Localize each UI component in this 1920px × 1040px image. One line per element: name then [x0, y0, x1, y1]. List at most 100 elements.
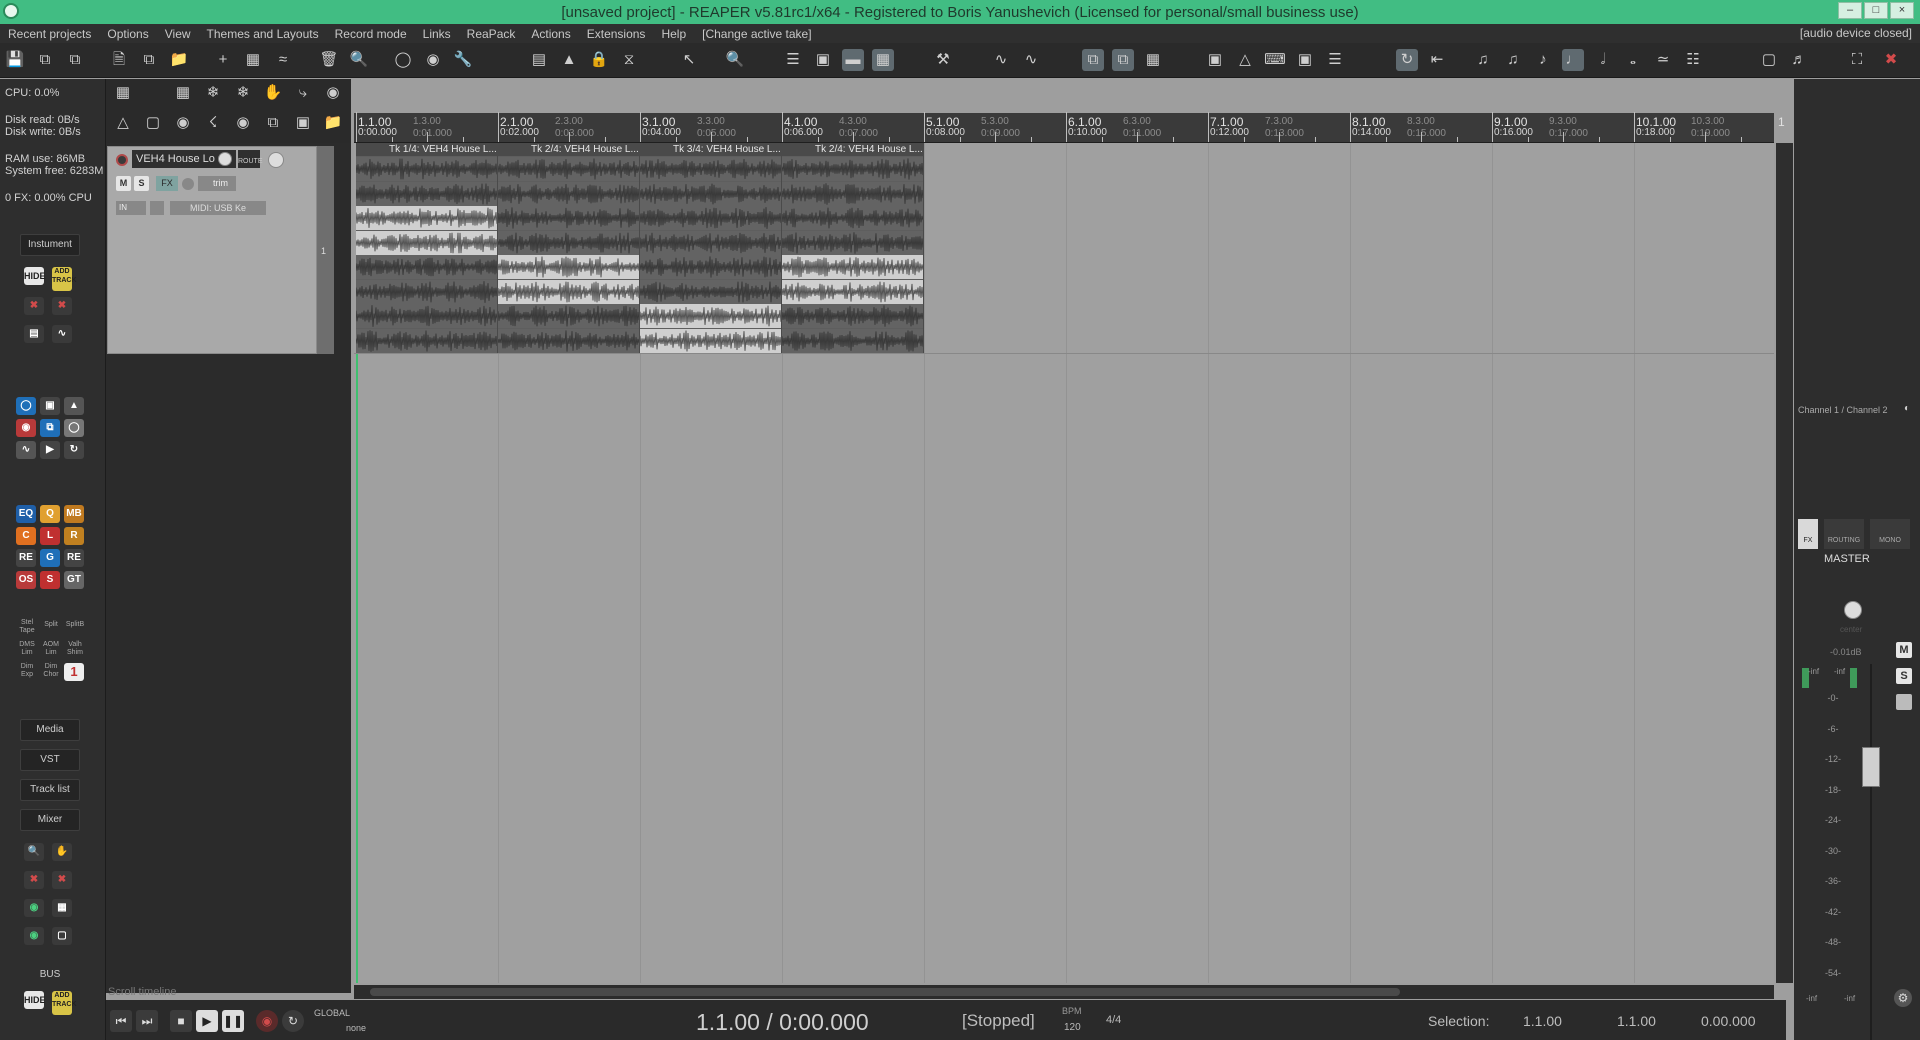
take-lane[interactable]: [356, 181, 497, 206]
selection-end[interactable]: 1.1.00: [1617, 1013, 1656, 1029]
master-fader-handle[interactable]: [1862, 747, 1880, 787]
fullscreen-icon[interactable]: ▢: [1758, 49, 1780, 71]
arrange-view[interactable]: Tk 1/4: VEH4 House L... Tk 2/4: VEH4 Hous…: [354, 143, 1774, 983]
ruler-bar-label[interactable]: 6.1.00 0:10.000: [1068, 115, 1107, 138]
q-plugin-icon[interactable]: Q: [40, 505, 60, 523]
lock-move-icon[interactable]: 🔒: [588, 49, 610, 71]
master-mono-button[interactable]: MONO: [1870, 519, 1910, 549]
take-lane[interactable]: [356, 304, 497, 328]
instrument-button[interactable]: Instument: [20, 234, 80, 256]
mixer-settings-gear-icon[interactable]: ⚙: [1894, 989, 1912, 1007]
time-signature[interactable]: 4/4: [1106, 1014, 1121, 1026]
phase-icon[interactable]: [182, 178, 194, 190]
menu-record-mode[interactable]: Record mode: [327, 27, 415, 41]
take-lane[interactable]: [640, 304, 781, 328]
stel-tape-label[interactable]: Stel Tape: [15, 619, 39, 635]
take-lane[interactable]: [356, 255, 497, 279]
zoom-tool-icon[interactable]: 🔍: [24, 843, 44, 861]
record-arm-icon[interactable]: ◉: [422, 49, 444, 71]
take-lane[interactable]: [782, 157, 923, 181]
ruler-bar-label[interactable]: 4.1.00 0:06.000: [784, 115, 823, 138]
plugin-a-icon[interactable]: ◯: [16, 397, 36, 415]
track-panel[interactable]: VEH4 House Lo ROUTE M S FX trim IN MIDI:…: [107, 146, 317, 354]
mute-button[interactable]: M: [116, 176, 131, 191]
pointer-icon[interactable]: ↖: [678, 49, 700, 71]
route-button[interactable]: ROUTE: [238, 150, 263, 168]
note-16th-icon[interactable]: ♫: [1502, 49, 1524, 71]
insert-item-icon[interactable]: ▦: [242, 49, 264, 71]
track-panel-resize[interactable]: 1: [317, 146, 334, 354]
note-half-icon[interactable]: 𝅗𝅥: [1592, 49, 1614, 71]
take-lane[interactable]: [782, 206, 923, 230]
trash-icon[interactable]: 🗑: [318, 49, 340, 71]
media-item[interactable]: Tk 2/4: VEH4 House L...: [498, 143, 640, 353]
take-lane[interactable]: [640, 206, 781, 230]
g-plugin-icon[interactable]: G: [40, 549, 60, 567]
ruler-bar-label[interactable]: 2.1.00 0:02.000: [500, 115, 539, 138]
walk-icon[interactable]: ♬: [1788, 49, 1810, 71]
aom-lim-label[interactable]: AOM Lim: [39, 641, 63, 657]
master-volume-readout[interactable]: -0.01dB: [1830, 647, 1862, 657]
media-item[interactable]: Tk 3/4: VEH4 House L...: [640, 143, 782, 353]
save-as-icon[interactable]: ⧉: [34, 49, 56, 71]
zoom-icon[interactable]: 🔍: [724, 49, 746, 71]
ruler-sub-label[interactable]: 8.3.00 0:15.000: [1407, 116, 1446, 139]
take-lane[interactable]: [356, 230, 497, 255]
take-lane[interactable]: [782, 279, 923, 304]
delete-icon[interactable]: ✖: [24, 297, 44, 315]
track-list-button[interactable]: Track list: [20, 779, 80, 801]
master-mute-button[interactable]: M: [1896, 642, 1912, 658]
go-end-icon[interactable]: ⏭: [136, 1010, 158, 1032]
add-icon[interactable]: +: [212, 49, 234, 71]
eq-plugin-icon[interactable]: EQ: [16, 505, 36, 523]
check-icon[interactable]: ▢: [142, 112, 164, 134]
menu-links[interactable]: Links: [415, 27, 459, 41]
take-lane[interactable]: [640, 157, 781, 181]
plugin-i-icon[interactable]: ↻: [64, 441, 84, 459]
new-project-icon[interactable]: 🗎: [108, 49, 130, 71]
plugin-d-icon[interactable]: ◉: [16, 419, 36, 437]
one-plugin-icon[interactable]: 1: [64, 663, 84, 681]
horizontal-scrollbar[interactable]: [354, 985, 1774, 999]
take-lane[interactable]: [356, 328, 497, 353]
plugin-c-icon[interactable]: ▲: [64, 397, 84, 415]
loop-icon[interactable]: ↻: [1396, 49, 1418, 71]
ruler-bar-label[interactable]: 5.1.00 0:08.000: [926, 115, 965, 138]
ruler-sub-label[interactable]: 10.3.00 0:19.000: [1691, 116, 1730, 139]
trim-button[interactable]: trim: [198, 176, 236, 191]
menu-reapack[interactable]: ReaPack: [459, 27, 524, 41]
os-plugin-icon[interactable]: OS: [16, 571, 36, 589]
vertical-scrollbar[interactable]: [1776, 143, 1793, 983]
unfreeze-icon[interactable]: ❄: [232, 82, 254, 104]
envelope-follow-icon[interactable]: ⧉: [1112, 49, 1134, 71]
r-plugin-icon[interactable]: R: [64, 527, 84, 545]
master-pan-knob[interactable]: [1844, 601, 1862, 619]
env-show-icon[interactable]: ◉: [322, 82, 344, 104]
remove-send-icon[interactable]: ✖: [52, 871, 72, 889]
bus-label[interactable]: BUS: [20, 965, 80, 987]
plugin-b-icon[interactable]: ▣: [40, 397, 60, 415]
input-button[interactable]: IN: [116, 201, 146, 215]
open-project-icon[interactable]: ⧉: [138, 49, 160, 71]
close-icon[interactable]: ×: [1890, 2, 1914, 19]
monitor-button[interactable]: [150, 201, 164, 215]
take-lane[interactable]: [640, 279, 781, 304]
splitb-label[interactable]: SplitB: [63, 619, 87, 631]
menu-actions[interactable]: Actions: [523, 27, 578, 41]
ruler-sub-label[interactable]: 9.3.00 0:17.000: [1549, 116, 1588, 139]
take-lane[interactable]: [498, 328, 639, 353]
remove-icon[interactable]: ✖: [24, 871, 44, 889]
re2-plugin-icon[interactable]: RE: [64, 549, 84, 567]
master-env-button[interactable]: [1896, 694, 1912, 710]
valh-shim-label[interactable]: Valh Shim: [63, 641, 87, 657]
minimize-icon[interactable]: –: [1838, 2, 1862, 19]
tuner-icon[interactable]: △: [112, 112, 134, 134]
dms-lim-label[interactable]: DMS Lim: [15, 641, 39, 657]
add-track-button[interactable]: ADD TRACK: [52, 267, 77, 291]
hide-button[interactable]: HIDE: [24, 267, 46, 285]
menu-recent-projects[interactable]: Recent projects: [0, 27, 99, 41]
bpm-value[interactable]: 120: [1064, 1022, 1081, 1033]
show-icon[interactable]: ◉: [172, 112, 194, 134]
delete-fx-icon[interactable]: ✖: [52, 297, 72, 315]
tempo-icon[interactable]: ∿: [52, 325, 72, 343]
